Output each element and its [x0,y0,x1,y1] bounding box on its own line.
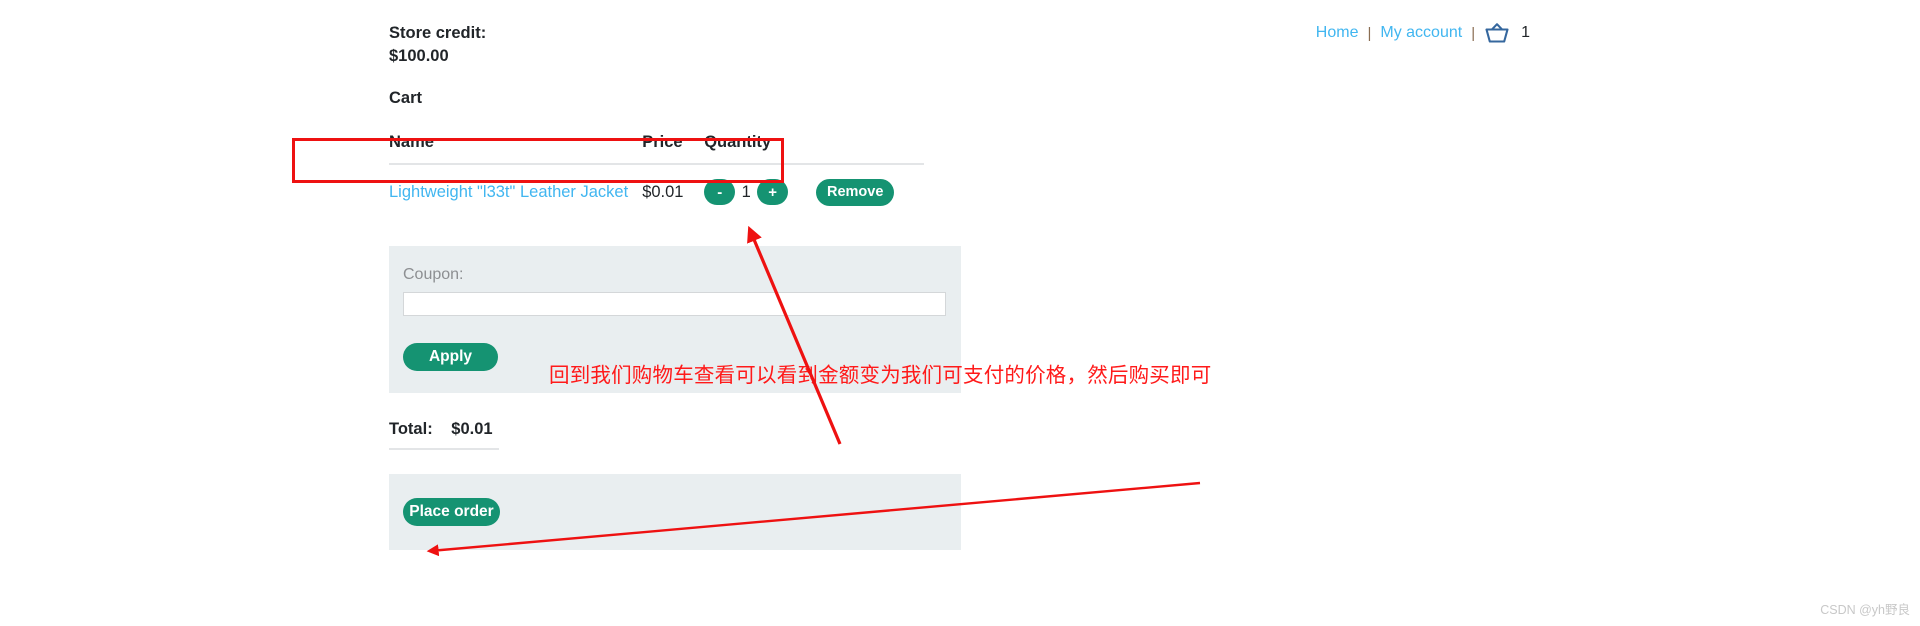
table-row: Lightweight "l33t" Leather Jacket $0.01 … [389,164,924,220]
column-header-quantity: Quantity [704,132,924,165]
cart-item-price: $0.01 [642,182,684,201]
store-credit-label: Store credit: [389,24,487,42]
watermark: CSDN @yh野良 [1820,603,1910,617]
cart-item-count: 1 [1521,24,1530,41]
quantity-increment-button[interactable]: + [757,179,789,206]
page-title: Cart [389,88,423,107]
top-navigation: Home | My account | 1 [1316,22,1530,44]
nav-link-my-account[interactable]: My account [1380,25,1462,41]
quantity-decrement-button[interactable]: - [704,179,736,206]
cart-page-content: Store credit: $100.00 Cart Name Price Qu… [389,22,1109,550]
nav-link-home[interactable]: Home [1316,25,1359,41]
cart-table-header-row: Name Price Quantity [389,132,924,165]
place-order-panel: Place order [389,473,961,550]
store-credit-block: Store credit: $100.00 [389,22,1109,69]
nav-separator-2: | [1471,24,1476,42]
cart-item-quantity-cell: - 1 + Remove [704,164,924,220]
column-header-price: Price [642,132,705,165]
quantity-value: 1 [741,182,751,201]
nav-separator-1: | [1367,24,1372,42]
place-order-button[interactable]: Place order [403,497,500,526]
annotation-text: 回到我们购物车查看可以看到金额变为我们可支付的价格，然后购买即可 [549,364,1212,387]
cart-item-name-cell: Lightweight "l33t" Leather Jacket [389,164,642,220]
coupon-label: Coupon: [403,265,464,283]
cart-link[interactable]: 1 [1484,22,1530,44]
shopping-basket-icon [1484,22,1510,44]
total-value: $0.01 [451,419,493,438]
column-header-name: Name [389,132,643,165]
cart-table: Name Price Quantity Lightweight "l33t" L… [389,132,924,220]
total-label: Total: [389,419,433,438]
store-credit-value: $100.00 [389,47,449,66]
apply-coupon-button[interactable]: Apply [403,342,498,371]
coupon-input[interactable] [403,291,946,316]
cart-total-row: Total: $0.01 [389,420,499,450]
product-link[interactable]: Lightweight "l33t" Leather Jacket [389,183,628,201]
remove-item-button[interactable]: Remove [816,178,895,206]
